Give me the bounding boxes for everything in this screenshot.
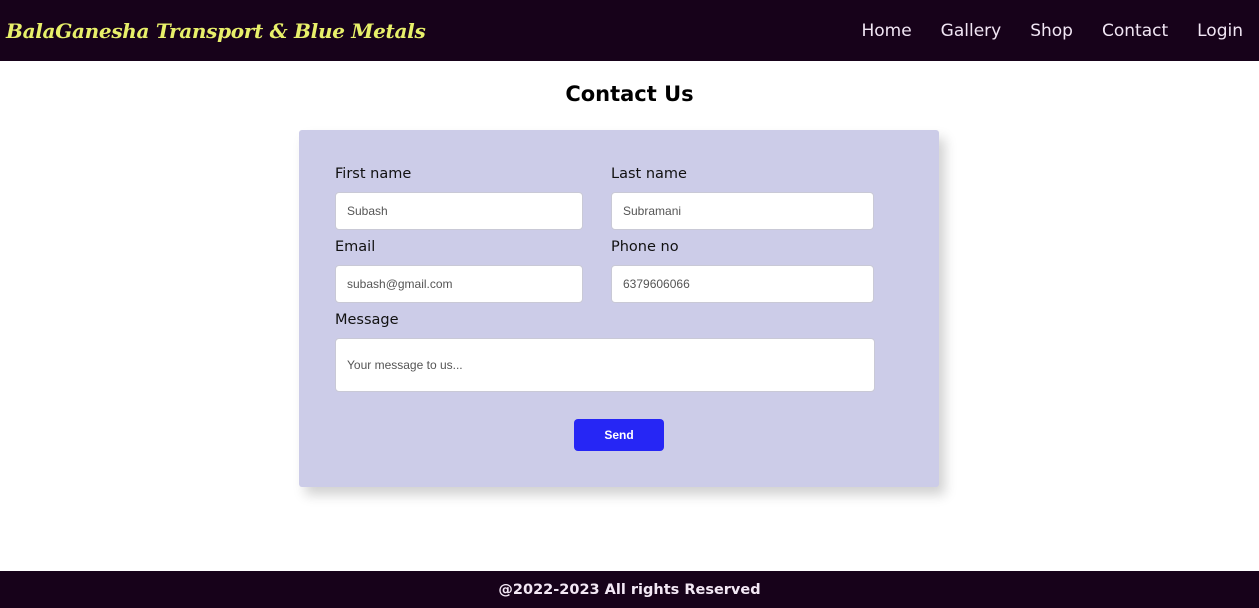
email-input[interactable]: subash@gmail.com <box>335 265 583 303</box>
phone-placeholder: 6379606066 <box>623 277 690 291</box>
email-placeholder: subash@gmail.com <box>347 277 453 291</box>
contact-form-card: First name Subash Last name Subramani Em… <box>299 130 939 487</box>
message-label: Message <box>335 312 399 328</box>
nav-link-login[interactable]: Login <box>1197 21 1243 41</box>
email-label: Email <box>335 239 376 255</box>
nav-link-gallery[interactable]: Gallery <box>941 21 1002 41</box>
first-name-label: First name <box>335 166 412 182</box>
first-name-placeholder: Subash <box>347 204 388 218</box>
nav-links: Home Gallery Shop Contact Login <box>832 21 1243 41</box>
last-name-label: Last name <box>611 166 687 182</box>
footer-copyright: @2022-2023 All rights Reserved <box>498 581 761 598</box>
footer: @2022-2023 All rights Reserved <box>0 571 1259 608</box>
message-placeholder: Your message to us... <box>347 358 463 372</box>
nav-link-home[interactable]: Home <box>861 21 911 41</box>
send-button[interactable]: Send <box>574 419 664 451</box>
navbar: BalaGanesha Transport & Blue Metals Home… <box>0 0 1259 61</box>
page-title: Contact Us <box>565 82 694 106</box>
nav-link-shop[interactable]: Shop <box>1030 21 1073 41</box>
message-textarea[interactable]: Your message to us... <box>335 338 875 392</box>
last-name-input[interactable]: Subramani <box>611 192 874 230</box>
last-name-placeholder: Subramani <box>623 204 682 218</box>
brand-logo-text[interactable]: BalaGanesha Transport & Blue Metals <box>6 19 426 43</box>
phone-label: Phone no <box>611 239 679 255</box>
phone-input[interactable]: 6379606066 <box>611 265 874 303</box>
nav-link-contact[interactable]: Contact <box>1102 21 1168 41</box>
first-name-input[interactable]: Subash <box>335 192 583 230</box>
